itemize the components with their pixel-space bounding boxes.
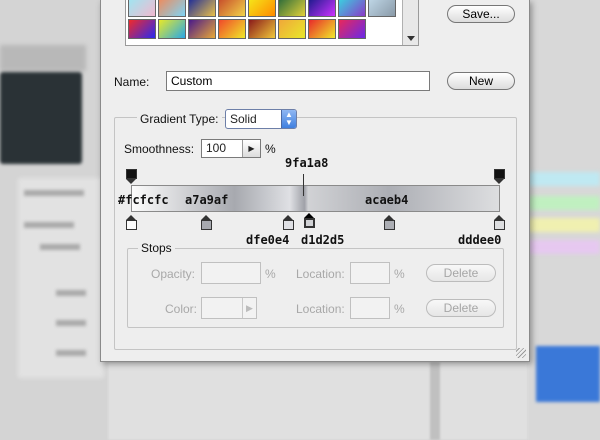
opacity-stop-tip (126, 179, 136, 184)
presets-panel (125, 0, 419, 46)
gradient-preset-swatch[interactable] (128, 19, 156, 39)
color-stop-selected[interactable] (304, 213, 315, 229)
background-dark-panel (0, 72, 82, 164)
gradient-editor-dialog: Save... Name: New Gradient Type: Solid ▲… (100, 0, 530, 362)
gradient-preset-swatch[interactable] (338, 0, 366, 17)
smoothness-unit: % (265, 142, 276, 156)
gradient-preset-swatch[interactable] (308, 19, 336, 39)
gradient-type-value: Solid (230, 112, 257, 126)
name-label: Name: (114, 75, 150, 89)
color-stop[interactable] (494, 215, 505, 231)
background-swatch-strip (528, 218, 600, 232)
gradient-preset-swatch[interactable] (158, 0, 186, 17)
color-stop[interactable] (283, 215, 294, 231)
gradient-preset-swatch[interactable] (218, 19, 246, 39)
annotation-stop2-color: a7a9af (185, 193, 229, 207)
color-location-unit: % (394, 302, 405, 316)
annotation-top-marker: 9fa1a8 (285, 156, 329, 170)
color-label: Color: (165, 302, 198, 316)
color-stop-swatch (494, 220, 505, 230)
color-arrow-icon: ▶ (242, 298, 256, 318)
background-blur-line (56, 290, 86, 296)
gradient-preset-swatch[interactable] (128, 0, 156, 17)
gradient-type-select[interactable]: Solid ▲ ▼ (225, 109, 297, 129)
stepper-arrow-icon[interactable]: ▶ (242, 140, 260, 157)
midpoint-marker-line (303, 174, 304, 196)
opacity-location-field (350, 262, 390, 284)
annotation-bottom2: d1d2d5 (301, 233, 345, 247)
background-swatch-strip (528, 240, 600, 254)
select-arrows-icon[interactable]: ▲ ▼ (281, 110, 296, 128)
delete-color-stop-button[interactable]: Delete (426, 299, 496, 317)
gradient-preset-swatch[interactable] (188, 19, 216, 39)
name-input[interactable] (166, 71, 430, 91)
gradient-preset-swatch[interactable] (188, 0, 216, 17)
background-blur-line (24, 190, 84, 196)
opacity-stop-right[interactable] (494, 169, 505, 185)
background-swatch-strip (528, 196, 600, 210)
background-blur-line (40, 244, 80, 250)
save-button[interactable]: Save... (447, 5, 515, 23)
gradient-preset-swatch[interactable] (308, 0, 336, 17)
delete-opacity-stop-button[interactable]: Delete (426, 264, 496, 282)
color-location-field (350, 297, 390, 319)
gradient-preset-swatch[interactable] (278, 0, 306, 17)
new-button[interactable]: New (447, 72, 515, 90)
smoothness-stepper[interactable]: 100 ▶ (201, 139, 261, 158)
background-scrollbar (430, 362, 440, 440)
gradient-preset-swatch[interactable] (368, 0, 396, 17)
smoothness-label: Smoothness: (124, 142, 195, 156)
opacity-field (201, 262, 261, 284)
scroll-down-arrow-icon[interactable] (407, 36, 415, 41)
gradient-preset-swatch[interactable] (248, 0, 276, 17)
color-stop-swatch (304, 218, 315, 228)
opacity-location-label: Location: (296, 267, 345, 281)
annotation-stop4-color: acaeb4 (365, 193, 409, 207)
gradient-preset-swatch[interactable] (218, 0, 246, 17)
stops-title: Stops (138, 241, 175, 255)
opacity-label: Opacity: (151, 267, 196, 281)
annotation-bottom3: dddee0 (458, 233, 502, 247)
background-subpanel (18, 178, 104, 378)
background-blue-thumbnail (536, 346, 600, 402)
gradient-preset-swatch[interactable] (338, 19, 366, 39)
presets-scrollbar[interactable] (402, 0, 418, 45)
annotation-left-color: #fcfcfc (118, 193, 169, 207)
opacity-unit: % (265, 267, 276, 281)
gradient-preset-swatch[interactable] (278, 19, 306, 39)
opacity-stop-left[interactable] (126, 169, 137, 185)
opacity-stop-box (494, 169, 505, 179)
opacity-stop-box (126, 169, 137, 179)
background-swatch-strip (528, 172, 600, 186)
background-tab (0, 45, 86, 71)
background-blur-line (56, 320, 86, 326)
presets-grid (128, 0, 398, 43)
color-swatch-field: ▶ (201, 297, 257, 319)
opacity-location-unit: % (394, 267, 405, 281)
color-stop[interactable] (384, 215, 395, 231)
color-stop-swatch (201, 220, 212, 230)
color-stop[interactable] (126, 215, 137, 231)
background-blur-line (56, 350, 86, 356)
annotation-bottom1: dfe0e4 (246, 233, 290, 247)
background-bottom-panel (108, 362, 528, 440)
gradient-type-label: Gradient Type: (137, 112, 222, 126)
color-stop-swatch (283, 220, 294, 230)
background-blur-line (24, 222, 74, 228)
opacity-stop-tip (494, 179, 504, 184)
color-stop-swatch (384, 220, 395, 230)
resize-grip-icon[interactable] (516, 348, 526, 358)
color-stop-swatch (126, 220, 137, 230)
color-location-label: Location: (296, 302, 345, 316)
gradient-preset-swatch[interactable] (248, 19, 276, 39)
gradient-preset-swatch[interactable] (158, 19, 186, 39)
smoothness-value[interactable]: 100 (206, 141, 226, 155)
color-stop[interactable] (201, 215, 212, 231)
